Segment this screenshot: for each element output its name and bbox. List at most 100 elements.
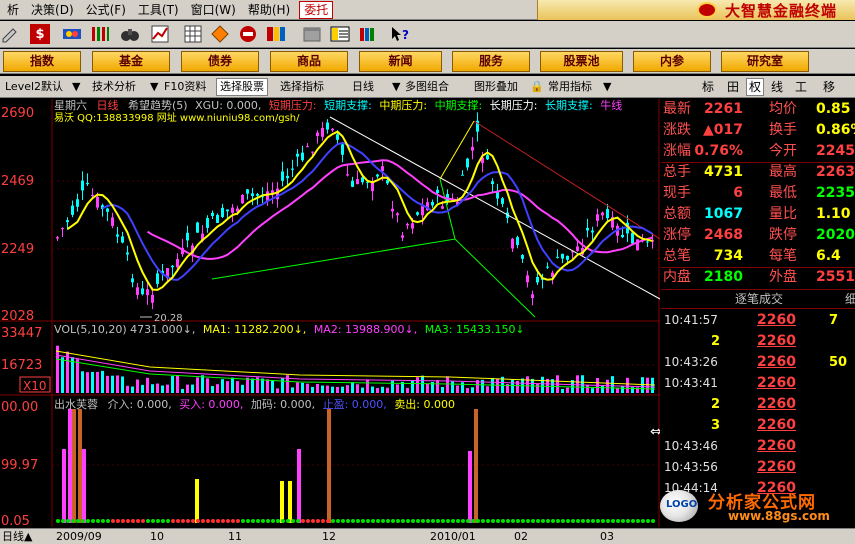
period-selector[interactable]: 日线▲ [0, 529, 32, 544]
tab-tech-analysis[interactable]: 技术分析 [92, 78, 136, 96]
tab-rights[interactable]: 权 [746, 78, 764, 96]
grid-chart-icon[interactable] [150, 24, 170, 44]
volume-bar [216, 384, 219, 393]
diamond-icon[interactable] [210, 24, 230, 44]
tick-row: 10:43:41 2260 [661, 373, 855, 394]
volume-bar [316, 383, 319, 393]
binoculars-icon[interactable] [120, 24, 140, 44]
stripes-icon[interactable] [90, 24, 110, 44]
no-entry-icon[interactable] [238, 24, 258, 44]
candle-body [586, 227, 589, 231]
tab-move[interactable]: 移 [820, 78, 838, 96]
entrust-tab[interactable]: 委托 [299, 0, 334, 19]
volume-bar [456, 385, 459, 393]
service-button[interactable]: 服务 [452, 51, 530, 72]
legend-mid-pressure: 中期压力: [379, 99, 427, 112]
tab-tool[interactable]: 工 [792, 78, 810, 96]
signal-dot [376, 519, 380, 523]
volume-bar [541, 376, 544, 393]
signal-dot [151, 519, 155, 523]
volume-bar [306, 383, 309, 393]
indicator-axis-label: 99.97 [1, 458, 38, 473]
volume-bar [181, 388, 184, 393]
volume-bar [621, 386, 624, 393]
indicator-bar [280, 481, 284, 523]
commodity-button[interactable]: 商品 [270, 51, 348, 72]
signal-dot [446, 519, 450, 523]
quote-label: 总额 [663, 206, 691, 222]
bond-button[interactable]: 债券 [181, 51, 259, 72]
dollar-icon[interactable]: $ [30, 24, 50, 44]
research-button[interactable]: 研究室 [721, 51, 809, 72]
quote-value: 1067 [704, 206, 743, 222]
tab-level2-default[interactable]: Level2默认 [5, 78, 63, 96]
tab-daily[interactable]: 日线 [352, 78, 374, 96]
tab-multi-chart[interactable]: 多图组合 [405, 78, 449, 96]
volume-bar [166, 384, 169, 393]
candle-body [386, 180, 389, 184]
candle-body [601, 212, 604, 216]
tab-f10[interactable]: F10资料 [164, 78, 206, 96]
quote-row: 涨幅 0.76% 今开 2245 [661, 141, 855, 162]
signal-dot [116, 519, 120, 523]
volume-bar [426, 383, 429, 393]
candle-body [141, 288, 144, 295]
menu-item-tools[interactable]: 工具(T) [131, 1, 184, 19]
insider-button[interactable]: 内参 [633, 51, 711, 72]
candle-body [246, 189, 249, 194]
help-cursor-icon[interactable]: ? [390, 24, 410, 44]
detail-tab[interactable]: 细 [845, 290, 855, 308]
pen-icon[interactable] [0, 24, 20, 44]
fund-button[interactable]: 基金 [92, 51, 170, 72]
volume-bar [56, 345, 59, 393]
candle-body [466, 158, 469, 168]
tab-line[interactable]: 线 [768, 78, 786, 96]
indicator-bar [474, 409, 478, 523]
signal-dot [136, 519, 140, 523]
quote-label: 今开 [769, 143, 797, 159]
news-button[interactable]: 新闻 [359, 51, 442, 72]
volume-bar [311, 386, 314, 393]
tab-mark[interactable]: 标 [699, 78, 717, 96]
kline-chart[interactable]: 2690 2469 2249 2028 33447 16723 X10 00.0… [0, 99, 660, 527]
menu-item-formula[interactable]: 公式(F) [79, 1, 131, 19]
indicator-bar [288, 481, 292, 523]
menu-item-decision[interactable]: 决策(D) [24, 1, 79, 19]
menu-item-window[interactable]: 窗口(W) [184, 1, 241, 19]
signal-dot [501, 519, 505, 523]
index-button[interactable]: 指数 [3, 51, 81, 72]
signal-dot [561, 519, 565, 523]
signal-dot [436, 519, 440, 523]
signal-dot [156, 519, 160, 523]
signal-dot [391, 519, 395, 523]
candle-body [196, 222, 199, 233]
candle-body [566, 255, 569, 260]
tab-grid[interactable]: 田 [724, 78, 742, 96]
signal-dot [476, 519, 480, 523]
tab-overlay[interactable]: 图形叠加 [474, 78, 518, 96]
books-icon[interactable] [358, 24, 378, 44]
bank-card-icon[interactable] [62, 24, 82, 44]
date-axis-bar[interactable]: 日线▲ 2009/09 10 11 12 2010/01 02 03 [0, 528, 855, 544]
layout-icon[interactable] [330, 24, 350, 44]
tab-select-stock[interactable]: 选择股票 [216, 78, 268, 96]
quote-value: 2180 [704, 269, 743, 285]
lock-icon[interactable]: 🔒 [530, 78, 544, 96]
tab-select-indicator[interactable]: 选择指标 [280, 78, 324, 96]
menu-item-help[interactable]: 帮助(H) [241, 1, 295, 19]
tick-time: 10:43:26 [664, 355, 718, 369]
tick-left-vol: 3 [711, 418, 721, 433]
table-icon[interactable] [183, 24, 203, 44]
candle-body [91, 194, 94, 197]
tick-price: 2260 [757, 396, 796, 412]
menu-item-analysis[interactable]: 析 [0, 1, 24, 19]
signal-dot [381, 519, 385, 523]
candle-body [56, 237, 59, 239]
tab-common-indicators[interactable]: 常用指标 [548, 78, 592, 96]
stock-pool-button[interactable]: 股票池 [540, 51, 623, 72]
gray-window-icon[interactable] [302, 24, 322, 44]
chart-area[interactable]: 2690 2469 2249 2028 33447 16723 X10 00.0… [0, 99, 660, 527]
color-blocks-icon[interactable] [266, 24, 286, 44]
signal-dot [331, 519, 335, 523]
resize-cursor-icon[interactable]: ⇔ [650, 424, 660, 440]
